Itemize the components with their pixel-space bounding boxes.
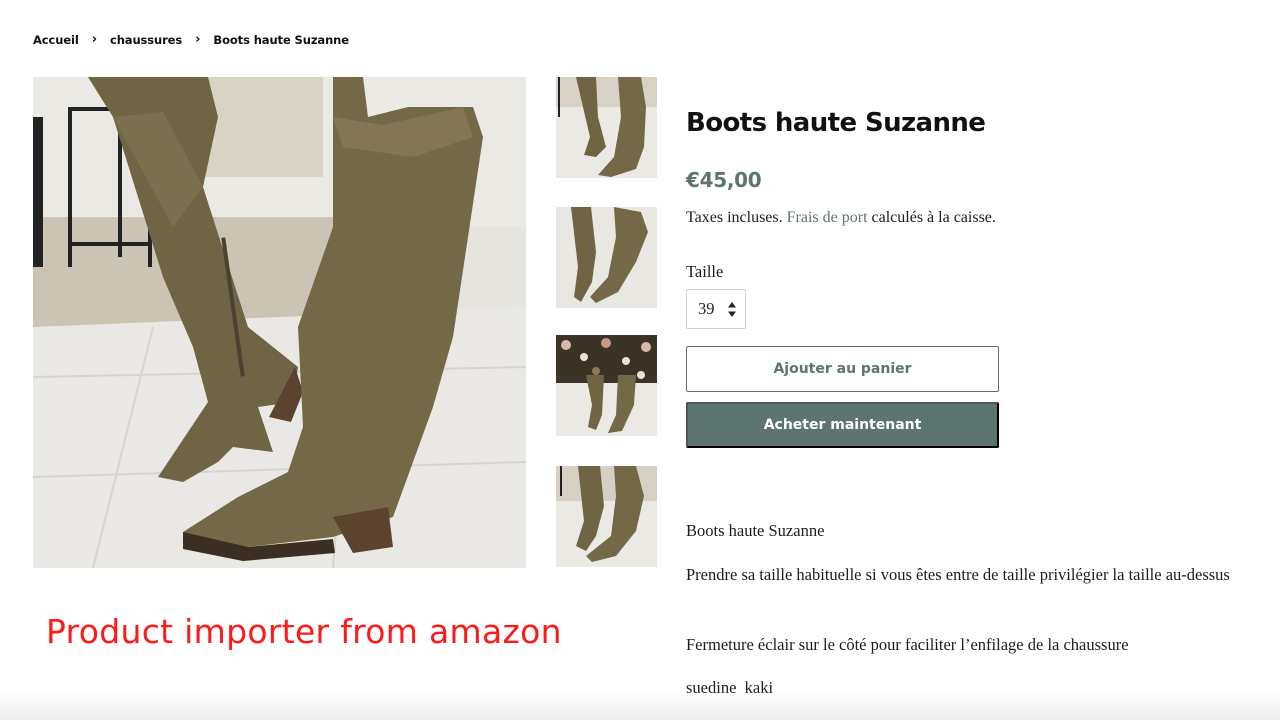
thumbnail-4[interactable] bbox=[556, 466, 657, 567]
breadcrumb: Accueil › chaussures › Boots haute Suzan… bbox=[33, 31, 349, 49]
select-arrows-icon bbox=[728, 302, 736, 317]
breadcrumb-home-link[interactable]: Accueil bbox=[33, 33, 79, 47]
size-select[interactable]: 39 bbox=[686, 289, 746, 329]
size-label: Taille bbox=[686, 262, 724, 281]
size-value: 39 bbox=[698, 299, 715, 318]
thumbnail-2[interactable] bbox=[556, 207, 657, 308]
shipping-link[interactable]: Frais de port bbox=[787, 209, 868, 226]
breadcrumb-current: Boots haute Suzanne bbox=[213, 33, 349, 47]
thumbnail-3[interactable] bbox=[556, 335, 657, 436]
chevron-right-icon: › bbox=[91, 31, 97, 47]
overlay-caption: Product importer from amazon bbox=[46, 612, 562, 651]
breadcrumb-category-link[interactable]: chaussures bbox=[110, 33, 182, 47]
product-title: Boots haute Suzanne bbox=[686, 108, 986, 138]
add-to-cart-button[interactable]: Ajouter au panier bbox=[686, 346, 999, 392]
chevron-right-icon: › bbox=[195, 31, 201, 47]
description-line: Prendre sa taille habituelle si vous ête… bbox=[686, 565, 1230, 584]
bottom-fade bbox=[0, 690, 1280, 720]
description-line: Fermeture éclair sur le côté pour facili… bbox=[686, 635, 1129, 654]
buy-now-button[interactable]: Acheter maintenant bbox=[686, 402, 999, 448]
description-line: Boots haute Suzanne bbox=[686, 521, 825, 540]
thumbnail-1[interactable] bbox=[556, 77, 657, 178]
taxes-note: Taxes incluses. Frais de port calculés à… bbox=[686, 209, 996, 227]
taxes-suffix: calculés à la caisse. bbox=[871, 209, 996, 226]
taxes-prefix: Taxes incluses. bbox=[686, 209, 783, 226]
product-price: €45,00 bbox=[686, 168, 762, 192]
main-product-image[interactable] bbox=[33, 77, 526, 568]
